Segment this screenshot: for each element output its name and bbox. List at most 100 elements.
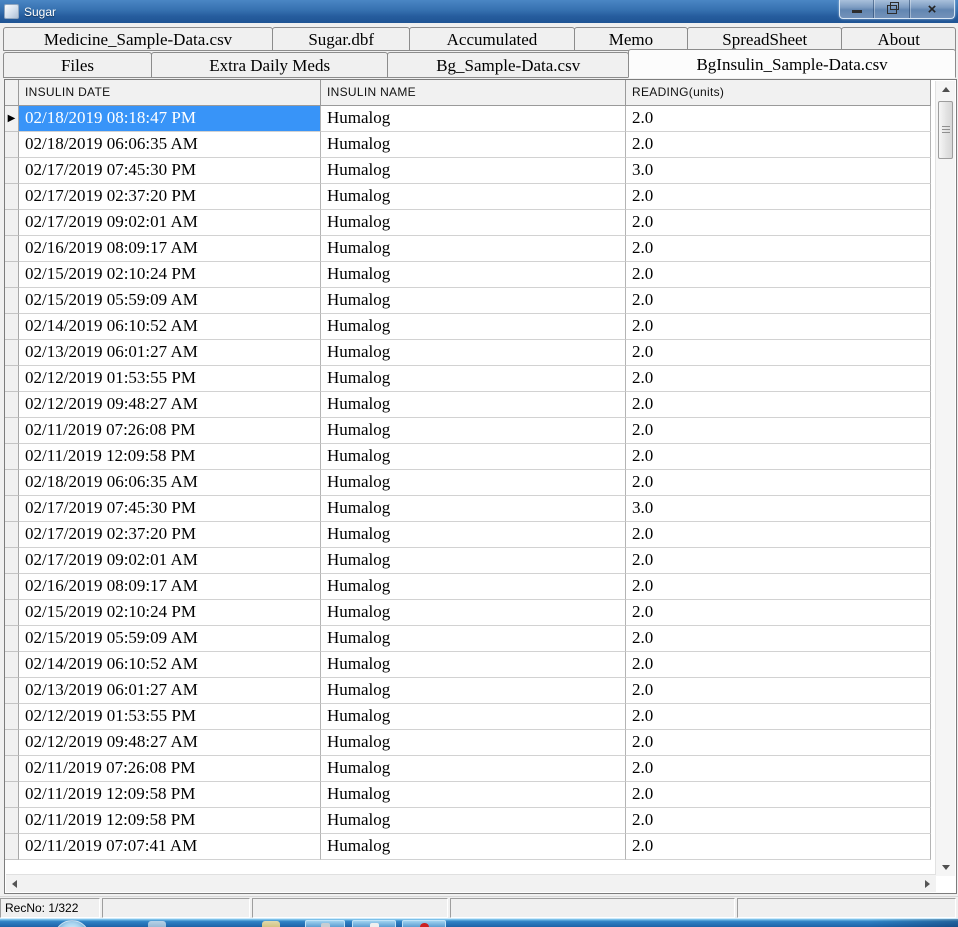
cell-units[interactable]: 2.0 — [626, 730, 931, 756]
table-row[interactable]: 02/17/2019 07:45:30 PM Humalog 3.0 — [5, 496, 936, 522]
taskbar-window-button-3[interactable] — [402, 920, 446, 927]
cell-units[interactable]: 2.0 — [626, 548, 931, 574]
cell-name[interactable]: Humalog — [321, 132, 626, 158]
cell-units[interactable]: 2.0 — [626, 366, 931, 392]
taskbar-window-button-1[interactable] — [305, 920, 345, 927]
cell-name[interactable]: Humalog — [321, 496, 626, 522]
tab-spreadsheet[interactable]: SpreadSheet — [687, 27, 843, 51]
cell-date[interactable]: 02/12/2019 01:53:55 PM — [19, 704, 321, 730]
table-row[interactable]: 02/15/2019 02:10:24 PM Humalog 2.0 — [5, 262, 936, 288]
table-row[interactable]: 02/15/2019 05:59:09 AM Humalog 2.0 — [5, 288, 936, 314]
table-row[interactable]: 02/12/2019 01:53:55 PM Humalog 2.0 — [5, 704, 936, 730]
cell-name[interactable]: Humalog — [321, 782, 626, 808]
cell-date[interactable]: 02/17/2019 07:45:30 PM — [19, 158, 321, 184]
cell-name[interactable]: Humalog — [321, 314, 626, 340]
cell-units[interactable]: 2.0 — [626, 392, 931, 418]
taskbar-window-button-2[interactable] — [352, 920, 396, 927]
table-row[interactable]: 02/17/2019 02:37:20 PM Humalog 2.0 — [5, 184, 936, 210]
cell-name[interactable]: Humalog — [321, 418, 626, 444]
column-header-reading-units[interactable]: READING(units) — [626, 80, 931, 106]
cell-name[interactable]: Humalog — [321, 626, 626, 652]
cell-name[interactable]: Humalog — [321, 158, 626, 184]
cell-date[interactable]: 02/14/2019 06:10:52 AM — [19, 314, 321, 340]
cell-name[interactable]: Humalog — [321, 678, 626, 704]
cell-date[interactable]: 02/18/2019 06:06:35 AM — [19, 132, 321, 158]
tab-files[interactable]: Files — [3, 52, 153, 78]
cell-name[interactable]: Humalog — [321, 548, 626, 574]
tab-extra-daily-meds[interactable]: Extra Daily Meds — [151, 52, 389, 78]
table-row[interactable]: 02/11/2019 12:09:58 PM Humalog 2.0 — [5, 808, 936, 834]
cell-date[interactable]: 02/18/2019 08:18:47 PM — [19, 106, 321, 132]
start-button[interactable] — [54, 920, 90, 927]
cell-name[interactable]: Humalog — [321, 574, 626, 600]
cell-units[interactable]: 2.0 — [626, 678, 931, 704]
table-row[interactable]: 02/12/2019 01:53:55 PM Humalog 2.0 — [5, 366, 936, 392]
horizontal-scrollbar[interactable] — [6, 874, 936, 892]
cell-units[interactable]: 2.0 — [626, 756, 931, 782]
cell-date[interactable]: 02/16/2019 08:09:17 AM — [19, 236, 321, 262]
table-row[interactable]: 02/16/2019 08:09:17 AM Humalog 2.0 — [5, 236, 936, 262]
table-row[interactable]: 02/11/2019 12:09:58 PM Humalog 2.0 — [5, 444, 936, 470]
cell-name[interactable]: Humalog — [321, 444, 626, 470]
minimize-button[interactable] — [840, 0, 873, 18]
cell-date[interactable]: 02/12/2019 01:53:55 PM — [19, 366, 321, 392]
cell-name[interactable]: Humalog — [321, 470, 626, 496]
cell-units[interactable]: 2.0 — [626, 236, 931, 262]
cell-units[interactable]: 2.0 — [626, 444, 931, 470]
table-row[interactable]: 02/18/2019 06:06:35 AM Humalog 2.0 — [5, 470, 936, 496]
cell-units[interactable]: 2.0 — [626, 288, 931, 314]
tab-memo[interactable]: Memo — [573, 27, 689, 51]
cell-name[interactable]: Humalog — [321, 366, 626, 392]
cell-units[interactable]: 2.0 — [626, 340, 931, 366]
cell-units[interactable]: 2.0 — [626, 132, 931, 158]
cell-name[interactable]: Humalog — [321, 106, 626, 132]
table-row[interactable]: 02/17/2019 09:02:01 AM Humalog 2.0 — [5, 548, 936, 574]
table-row[interactable]: 02/17/2019 09:02:01 AM Humalog 2.0 — [5, 210, 936, 236]
cell-date[interactable]: 02/13/2019 06:01:27 AM — [19, 678, 321, 704]
cell-date[interactable]: 02/12/2019 09:48:27 AM — [19, 730, 321, 756]
cell-units[interactable]: 2.0 — [626, 626, 931, 652]
table-row[interactable]: 02/12/2019 09:48:27 AM Humalog 2.0 — [5, 392, 936, 418]
scroll-right-button[interactable] — [919, 875, 936, 892]
cell-name[interactable]: Humalog — [321, 704, 626, 730]
cell-name[interactable]: Humalog — [321, 236, 626, 262]
scroll-down-button[interactable] — [936, 859, 955, 876]
cell-units[interactable]: 2.0 — [626, 418, 931, 444]
table-row[interactable]: 02/11/2019 07:26:08 PM Humalog 2.0 — [5, 756, 936, 782]
table-row[interactable]: 02/11/2019 12:09:58 PM Humalog 2.0 — [5, 782, 936, 808]
cell-units[interactable]: 3.0 — [626, 496, 931, 522]
table-row[interactable]: ▶ 02/18/2019 08:18:47 PM Humalog 2.0 — [5, 106, 936, 132]
tab-medicine-sample-data-csv[interactable]: Medicine_Sample-Data.csv — [3, 27, 274, 51]
table-row[interactable]: 02/14/2019 06:10:52 AM Humalog 2.0 — [5, 652, 936, 678]
cell-name[interactable]: Humalog — [321, 392, 626, 418]
cell-units[interactable]: 2.0 — [626, 522, 931, 548]
cell-name[interactable]: Humalog — [321, 340, 626, 366]
cell-date[interactable]: 02/11/2019 07:26:08 PM — [19, 418, 321, 444]
tab-sugar-dbf[interactable]: Sugar.dbf — [272, 27, 411, 51]
cell-units[interactable]: 2.0 — [626, 782, 931, 808]
table-row[interactable]: 02/11/2019 07:07:41 AM Humalog 2.0 — [5, 834, 936, 860]
cell-units[interactable]: 2.0 — [626, 314, 931, 340]
cell-date[interactable]: 02/14/2019 06:10:52 AM — [19, 652, 321, 678]
cell-name[interactable]: Humalog — [321, 184, 626, 210]
cell-date[interactable]: 02/17/2019 09:02:01 AM — [19, 548, 321, 574]
restore-button[interactable] — [873, 0, 909, 18]
table-row[interactable]: 02/17/2019 02:37:20 PM Humalog 2.0 — [5, 522, 936, 548]
tab-about[interactable]: About — [841, 27, 956, 51]
close-button[interactable]: × — [909, 0, 954, 18]
cell-date[interactable]: 02/15/2019 05:59:09 AM — [19, 288, 321, 314]
cell-units[interactable]: 2.0 — [626, 808, 931, 834]
cell-name[interactable]: Humalog — [321, 522, 626, 548]
cell-name[interactable]: Humalog — [321, 834, 626, 860]
cell-date[interactable]: 02/15/2019 05:59:09 AM — [19, 626, 321, 652]
table-row[interactable]: 02/14/2019 06:10:52 AM Humalog 2.0 — [5, 314, 936, 340]
cell-units[interactable]: 2.0 — [626, 470, 931, 496]
table-row[interactable]: 02/17/2019 07:45:30 PM Humalog 3.0 — [5, 158, 936, 184]
cell-units[interactable]: 2.0 — [626, 106, 931, 132]
table-row[interactable]: 02/12/2019 09:48:27 AM Humalog 2.0 — [5, 730, 936, 756]
cell-units[interactable]: 2.0 — [626, 262, 931, 288]
vertical-scrollbar[interactable] — [935, 81, 955, 876]
cell-date[interactable]: 02/17/2019 02:37:20 PM — [19, 184, 321, 210]
tab-accumulated[interactable]: Accumulated — [409, 27, 575, 51]
cell-name[interactable]: Humalog — [321, 808, 626, 834]
